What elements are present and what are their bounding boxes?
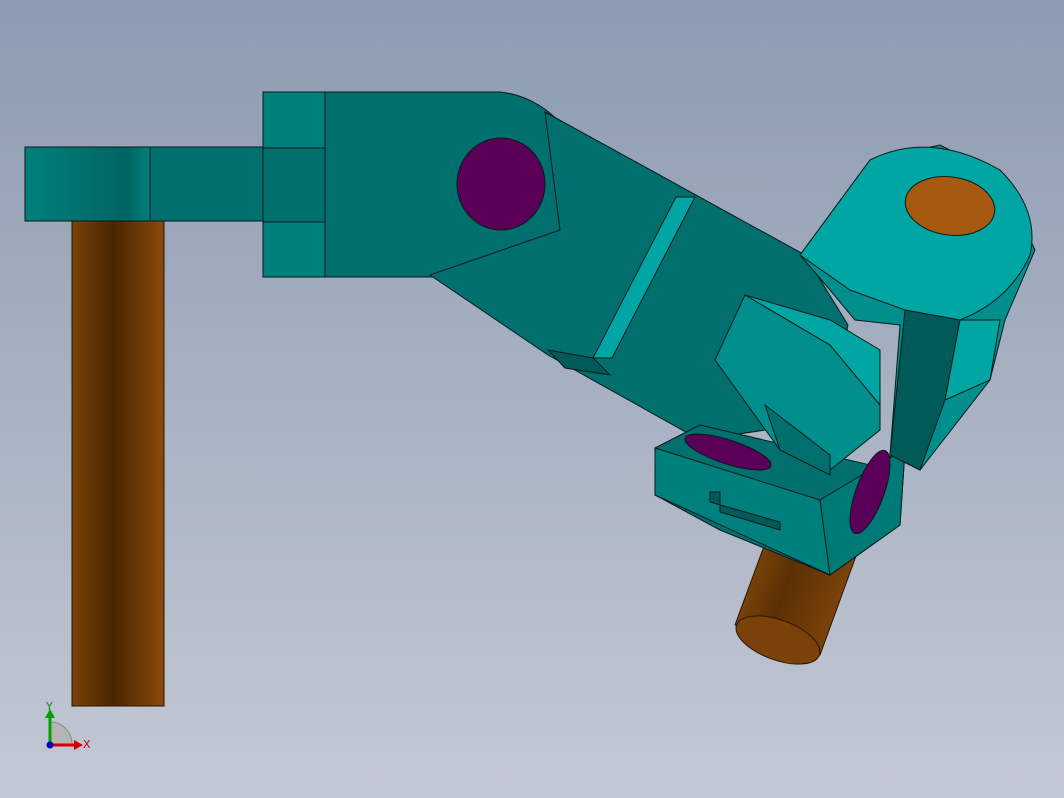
z-axis-dot [46, 741, 54, 749]
y-axis-label: Y [45, 700, 53, 713]
input-shaft[interactable] [71, 214, 165, 707]
model-view[interactable]: Y X [0, 0, 1064, 798]
x-axis-label: X [83, 738, 91, 751]
first-cross-pin[interactable] [456, 137, 546, 231]
cad-viewport[interactable]: Y X [0, 0, 1064, 798]
